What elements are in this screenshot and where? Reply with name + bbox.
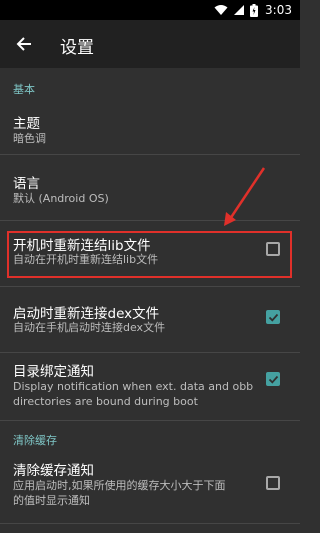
status-bar: 3:03 [0,0,300,20]
pref-relink-dex-title: 启动时重新连接dex文件 [13,306,160,322]
pref-theme[interactable]: 主题 暗色调 [0,104,300,154]
settings-list: 基本 主题 暗色调 语言 默认 (Android OS) 开机时重新连结lib文… [0,68,300,533]
app-toolbar: 设置 [0,20,300,68]
clear-cache-checkbox[interactable] [266,476,280,490]
pref-dir-notify-summary-line2: directories are bound during boot [13,395,198,408]
page-title: 设置 [60,38,94,58]
checkmark-icon [268,375,278,384]
status-icons: 3:03 [214,2,292,18]
pref-theme-summary: 暗色调 [13,132,46,145]
battery-icon [250,3,259,17]
pref-relink-dex-summary: 自动在手机启动时连接dex文件 [13,321,166,334]
pref-dir-notify[interactable]: 目录绑定通知 Display notification when ext. da… [0,353,300,420]
pref-language[interactable]: 语言 默认 (Android OS) [0,155,300,219]
section-header-cache: 清除缓存 [13,434,57,447]
pref-clear-cache-summary-line1: 应用启动时,如果所使用的缓存大小大于下面 [13,479,226,492]
pref-relink-lib[interactable]: 开机时重新连结lib文件 自动在开机时重新连结lib文件 [0,221,300,286]
section-header-basic: 基本 [13,83,35,96]
relink-dex-checkbox[interactable] [266,310,280,324]
signal-icon [234,5,245,15]
pref-dir-notify-summary-line1: Display notification when ext. data and … [13,380,254,393]
status-time: 3:03 [265,3,292,17]
pref-relink-lib-summary: 自动在开机时重新连结lib文件 [13,253,159,266]
back-button[interactable] [8,28,40,60]
arrow-back-icon [16,37,31,51]
pref-relink-lib-title: 开机时重新连结lib文件 [13,238,151,254]
pref-dir-notify-title: 目录绑定通知 [13,364,94,380]
pref-clear-cache-summary-line2: 的值时显示通知 [13,494,90,507]
divider [0,523,300,524]
dir-notify-checkbox[interactable] [266,372,280,386]
pref-relink-dex[interactable]: 启动时重新连接dex文件 自动在手机启动时连接dex文件 [0,287,300,352]
divider [0,420,300,421]
pref-language-summary: 默认 (Android OS) [13,192,109,205]
checkmark-icon [268,313,278,322]
pref-clear-cache-title: 清除缓存通知 [13,463,94,479]
relink-lib-checkbox[interactable] [266,242,280,256]
wifi-icon [214,5,228,15]
pref-language-title: 语言 [13,176,40,192]
pref-theme-title: 主题 [13,116,40,132]
pref-clear-cache[interactable]: 清除缓存通知 应用启动时,如果所使用的缓存大小大于下面 的值时显示通知 [0,451,300,521]
